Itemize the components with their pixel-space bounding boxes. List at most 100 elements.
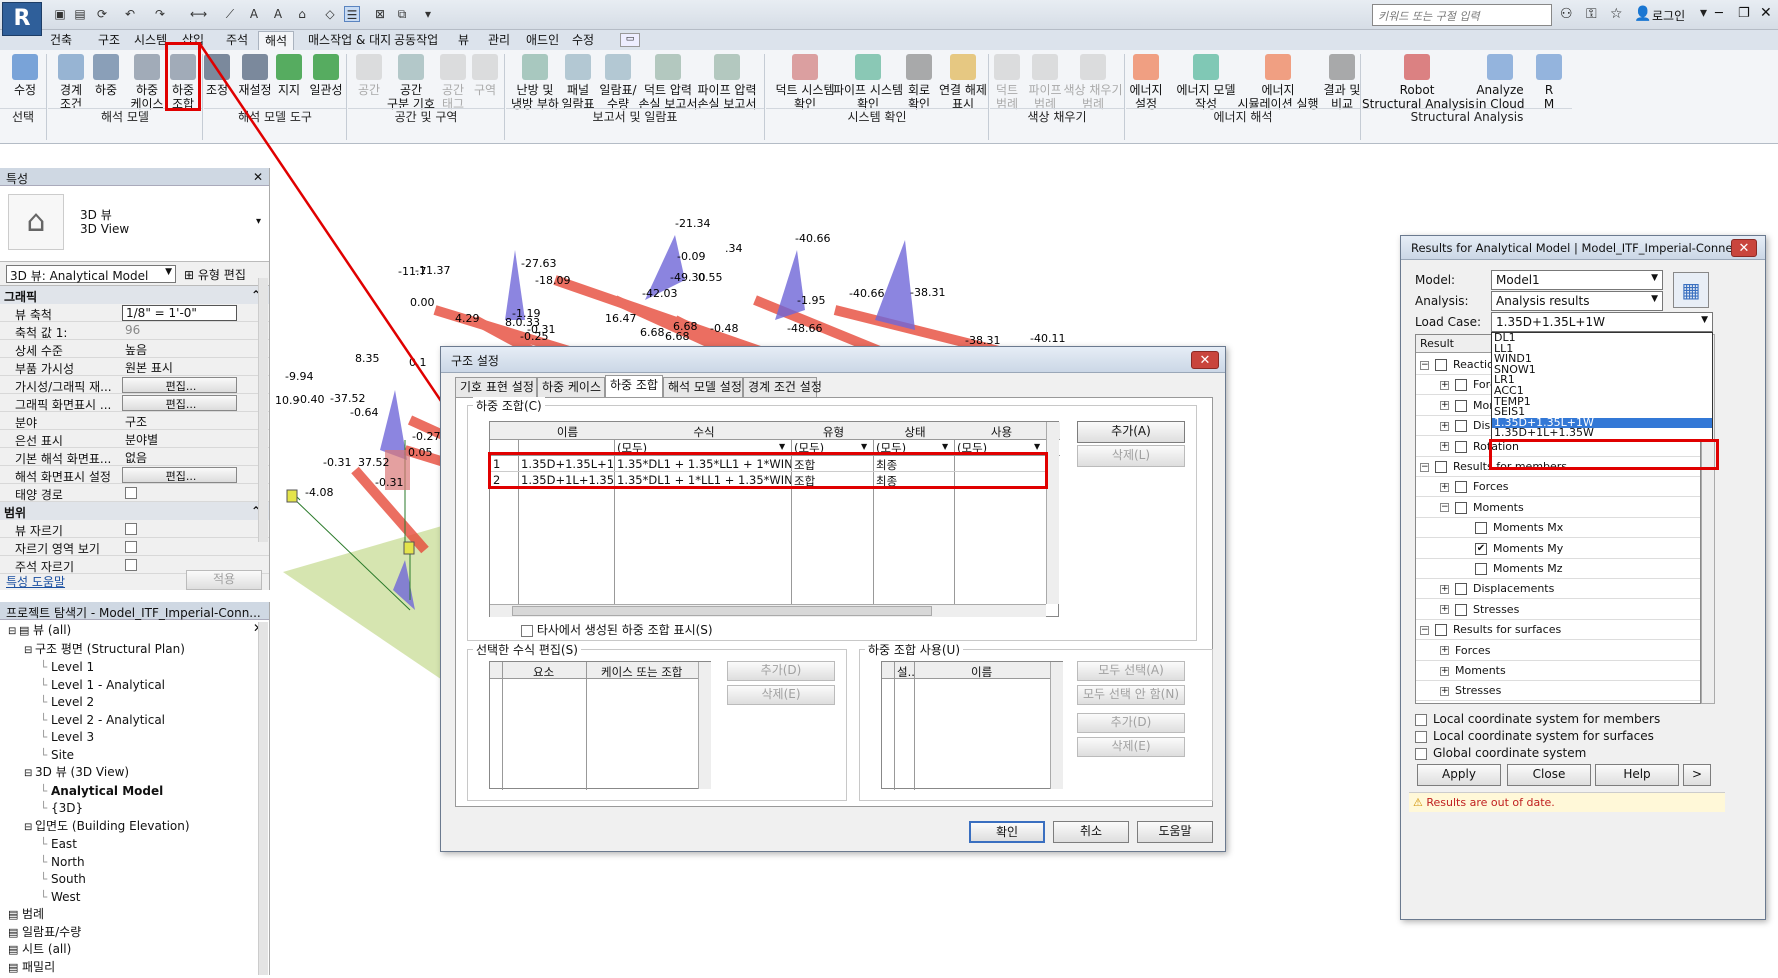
results-tree-node[interactable]: + Forces (1440, 641, 1491, 661)
formula-table[interactable]: 요소 케이스 또는 조합 (489, 661, 711, 790)
properties-scrollbar[interactable] (258, 278, 268, 542)
expand-icon[interactable]: − (1420, 625, 1429, 635)
browser-tree-item[interactable]: └ East (8, 836, 269, 854)
results-tree-node[interactable]: − Results for surfaces (1420, 620, 1561, 640)
expand-icon[interactable]: ⊟ (24, 765, 35, 783)
expand-icon[interactable]: − (1440, 503, 1449, 513)
column-header[interactable]: 상태 (873, 424, 954, 440)
sync-icon[interactable]: ⟳ (94, 6, 110, 22)
ribbon-button-loads[interactable]: 하중 (92, 54, 120, 97)
open-icon[interactable]: ▣ (52, 6, 68, 22)
column-case-or-combination[interactable]: 케이스 또는 조합 (598, 664, 682, 680)
type-selector[interactable]: ⌂ 3D 뷰 3D View ▾ (0, 186, 269, 262)
browser-tree-item[interactable]: ⊟ 3D 뷰 (3D View) (8, 764, 269, 783)
dialog-tab[interactable]: 경계 조건 설정 (743, 377, 822, 397)
ribbon-panel-title[interactable]: 공간 및 구역 (348, 108, 504, 124)
ribbon-panel-title[interactable]: 색상 채우기 (990, 108, 1124, 124)
close-dialog-button[interactable]: ✕ (1191, 351, 1219, 369)
ribbon-button-adjust[interactable]: 조정 (204, 54, 230, 97)
browser-tree-item[interactable]: ▤ 패밀리 (8, 959, 269, 977)
ribbon-button-consistency[interactable]: 일관성 (306, 54, 346, 97)
edit-button[interactable]: 편집... (122, 467, 237, 483)
ribbon-tab[interactable]: 관리 (482, 31, 516, 50)
property-checkbox[interactable] (122, 539, 237, 555)
node-checkbox[interactable] (1455, 603, 1467, 616)
column-header[interactable]: 유형 (791, 424, 873, 440)
browser-tree-item[interactable]: ⊟ ▤ 뷰 (all) (8, 622, 269, 641)
ribbon-button-2[interactable]: RM (1534, 54, 1564, 111)
login-link[interactable]: 로그인 (1652, 7, 1685, 24)
switch-windows-icon[interactable]: ⧉ (394, 6, 410, 22)
ribbon-button-2[interactable]: 결과 및 비교 (1322, 54, 1362, 111)
load-case-option[interactable]: SNOW1 (1492, 364, 1712, 376)
usage-scrollbar[interactable] (1050, 662, 1063, 789)
column-header[interactable]: 수식 (614, 424, 791, 440)
save-icon[interactable]: ▤ (72, 6, 88, 22)
dialog-tab[interactable]: 하중 케이스 (537, 377, 605, 397)
apply-results-button[interactable]: Apply (1417, 764, 1501, 786)
expand-icon[interactable]: + (1440, 584, 1449, 594)
horizontal-scrollbar[interactable] (490, 604, 1046, 617)
ribbon-tab[interactable]: 공동작업 (388, 31, 444, 50)
coordinate-system-checkbox[interactable]: Local coordinate system for members (1415, 712, 1660, 726)
node-checkbox[interactable] (1455, 481, 1467, 494)
select-all-button[interactable]: 모두 선택(A) (1077, 661, 1185, 681)
ribbon-tab[interactable]: 수정 (566, 31, 600, 50)
expand-icon[interactable]: ⊟ (24, 642, 35, 660)
more-options-button[interactable]: > (1683, 764, 1711, 786)
browser-tree-item[interactable]: ▤ 일람표/수량 (8, 924, 269, 942)
results-tree-node[interactable]: +Displacements (1440, 579, 1554, 599)
type-dropdown-icon[interactable]: ▾ (256, 216, 261, 227)
node-checkbox[interactable] (1455, 440, 1467, 453)
close-properties-icon[interactable]: ✕ (253, 170, 263, 184)
search-input[interactable]: 키워드 또는 구절 입력 (1372, 4, 1552, 26)
ribbon-button-supports[interactable]: 지지 (276, 54, 302, 97)
expand-icon[interactable]: − (1420, 462, 1429, 472)
user-icon[interactable]: 👤 (1634, 6, 1651, 22)
ribbon-button-2[interactable]: Analyze in Cloud (1475, 54, 1525, 111)
node-checkbox[interactable] (1475, 522, 1487, 535)
favorites-icon[interactable]: ☆ (1610, 6, 1623, 22)
minimize-icon[interactable]: ─ (1715, 6, 1723, 21)
expand-icon[interactable]: ⊟ (24, 819, 35, 837)
ribbon-button-load-cases[interactable]: 하중 케이스 (128, 54, 166, 111)
delete-formula-button[interactable]: 삭제(E) (727, 685, 835, 705)
ribbon-button-2[interactable]: Robot Structural Analysis (1362, 54, 1475, 111)
browser-tree-item[interactable]: └ Level 1 - Analytical (8, 677, 269, 695)
measure-icon[interactable]: ⟷ (190, 6, 207, 22)
column-header[interactable]: 사용 (954, 424, 1046, 440)
text-icon[interactable]: A (270, 6, 286, 22)
results-tree-node[interactable]: Moments Mx (1460, 518, 1563, 538)
ribbon-button-2[interactable]: 에너지 설정 (1128, 54, 1164, 111)
ribbon-tab[interactable]: 건축 (44, 31, 78, 50)
load-case-select[interactable]: 1.35D+1.35L+1W ▼ (1491, 312, 1713, 332)
load-case-option[interactable]: LR1 (1492, 375, 1712, 386)
ribbon-tab[interactable]: 해석 (258, 31, 295, 51)
browser-tree-item[interactable]: └ Level 3 (8, 729, 269, 747)
property-value[interactable]: 1/8" = 1'-0" (122, 305, 237, 321)
close-icon[interactable]: ✕ (1760, 5, 1772, 21)
expand-icon[interactable]: + (1440, 401, 1449, 411)
property-checkbox[interactable] (122, 485, 237, 501)
expand-icon[interactable]: + (1440, 605, 1449, 615)
node-checkbox[interactable]: ✔ (1475, 542, 1487, 555)
node-checkbox[interactable] (1435, 461, 1447, 473)
expand-icon[interactable]: − (1420, 360, 1429, 370)
section-extents[interactable]: 범위 ⌃ (0, 502, 269, 520)
expand-icon[interactable]: + (1440, 421, 1449, 431)
load-case-option[interactable]: TEMP1 (1492, 396, 1712, 408)
expand-icon[interactable]: + (1440, 666, 1449, 676)
expand-icon[interactable]: + (1440, 646, 1449, 656)
help-results-button[interactable]: Help (1595, 764, 1679, 786)
results-tree-node[interactable]: − Moments (1440, 498, 1524, 518)
load-case-option[interactable]: 1.35D+1L+1.35W (1492, 428, 1712, 439)
results-tree-node[interactable]: +Displacements (1440, 702, 1536, 703)
ribbon-tab[interactable]: 구조 (92, 31, 126, 50)
browser-tree-item[interactable]: └ Level 1 (8, 659, 269, 677)
ribbon-tab[interactable]: 뷰 (452, 31, 475, 50)
properties-help-link[interactable]: 특성 도움말 (6, 573, 65, 590)
column-header[interactable]: 이름 (518, 424, 614, 440)
ribbon-panel-title[interactable]: 에너지 해석 (1126, 108, 1360, 124)
dialog-tab[interactable]: 기호 표현 설정 (455, 377, 537, 397)
add-combination-button[interactable]: 추가(A) (1077, 421, 1185, 443)
